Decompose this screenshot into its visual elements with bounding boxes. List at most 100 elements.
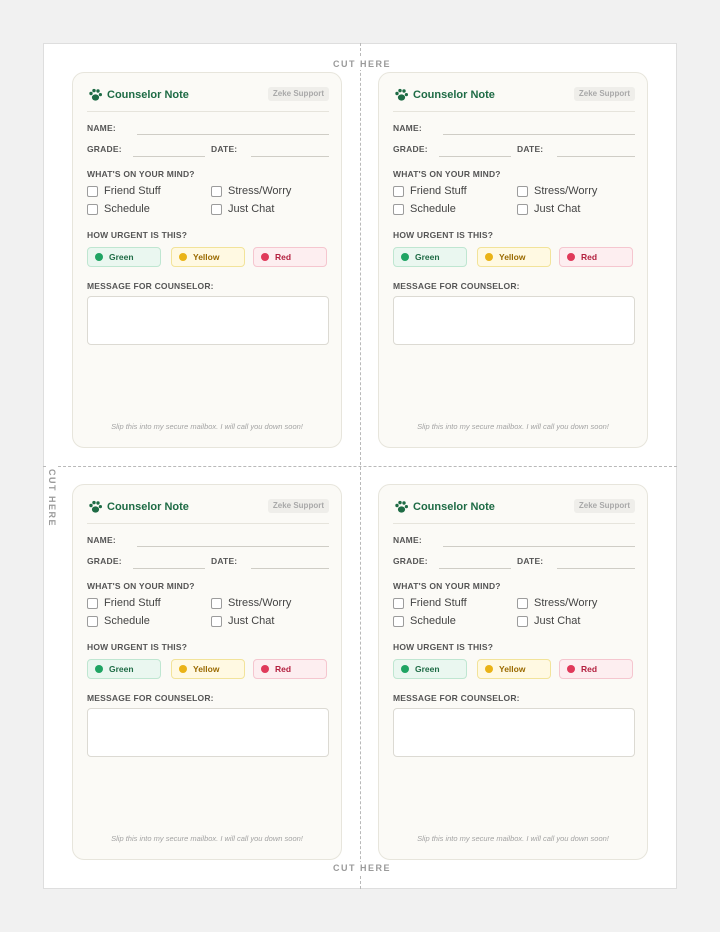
checkbox[interactable]	[517, 203, 528, 215]
name-label: NAME:	[393, 123, 422, 133]
grade-label: GRADE:	[393, 144, 428, 154]
checkbox[interactable]	[87, 597, 98, 609]
topic-option-stress-worry[interactable]: Stress/Worry	[211, 597, 291, 609]
name-field[interactable]	[443, 546, 635, 547]
urgency-green-option[interactable]: Green	[87, 247, 161, 267]
urgency-label: Green	[109, 252, 134, 262]
topic-label: Friend Stuff	[410, 185, 467, 197]
paw-icon	[89, 500, 102, 513]
card-footer-note: Slip this into my secure mailbox. I will…	[111, 422, 303, 431]
urgency-green-option[interactable]: Green	[393, 659, 467, 679]
urgency-red-option[interactable]: Red	[559, 659, 633, 679]
grade-label: GRADE:	[87, 144, 122, 154]
red-dot-icon	[567, 665, 575, 673]
urgency-red-option[interactable]: Red	[253, 247, 327, 267]
checkbox[interactable]	[211, 597, 222, 609]
name-label: NAME:	[87, 123, 116, 133]
urgency-label: Yellow	[193, 664, 220, 674]
topic-option-friend-stuff[interactable]: Friend Stuff	[87, 597, 161, 609]
grade-field[interactable]	[133, 156, 205, 157]
mind-question-label: WHAT'S ON YOUR MIND?	[393, 169, 501, 179]
message-box[interactable]	[393, 296, 635, 345]
urgency-yellow-option[interactable]: Yellow	[477, 659, 551, 679]
topic-option-just-chat[interactable]: Just Chat	[211, 203, 274, 215]
topic-option-stress-worry[interactable]: Stress/Worry	[517, 185, 597, 197]
urgency-label: Green	[415, 664, 440, 674]
urgency-red-option[interactable]: Red	[253, 659, 327, 679]
grade-field[interactable]	[133, 568, 205, 569]
checkbox[interactable]	[393, 615, 404, 627]
topic-label: Just Chat	[534, 615, 581, 627]
paw-icon	[89, 88, 102, 101]
urgency-green-option[interactable]: Green	[87, 659, 161, 679]
checkbox[interactable]	[211, 615, 222, 627]
green-dot-icon	[401, 253, 409, 261]
brand-badge: Zeke Support	[267, 499, 329, 513]
green-dot-icon	[401, 665, 409, 673]
topic-option-just-chat[interactable]: Just Chat	[517, 615, 580, 627]
name-field[interactable]	[137, 134, 329, 135]
card-header: Counselor Note Zeke Support	[393, 87, 635, 112]
urgency-label: Red	[581, 664, 598, 674]
name-label: NAME:	[87, 535, 116, 545]
mind-question-label: WHAT'S ON YOUR MIND?	[87, 169, 195, 179]
counselor-note-card: Counselor Note Zeke Support NAME: GRADE:…	[378, 484, 648, 860]
grade-field[interactable]	[439, 156, 511, 157]
topic-option-friend-stuff[interactable]: Friend Stuff	[393, 185, 467, 197]
urgency-yellow-option[interactable]: Yellow	[477, 247, 551, 267]
urgency-question-label: HOW URGENT IS THIS?	[393, 642, 494, 652]
checkbox[interactable]	[87, 615, 98, 627]
topic-option-schedule[interactable]: Schedule	[393, 615, 456, 627]
card-header: Counselor Note Zeke Support	[393, 499, 635, 524]
topic-option-stress-worry[interactable]: Stress/Worry	[211, 185, 291, 197]
urgency-red-option[interactable]: Red	[559, 247, 633, 267]
checkbox[interactable]	[517, 597, 528, 609]
green-dot-icon	[95, 253, 103, 261]
urgency-label: Yellow	[193, 252, 220, 262]
urgency-yellow-option[interactable]: Yellow	[171, 659, 245, 679]
checkbox[interactable]	[87, 203, 98, 215]
name-field[interactable]	[443, 134, 635, 135]
topic-option-friend-stuff[interactable]: Friend Stuff	[87, 185, 161, 197]
topic-option-schedule[interactable]: Schedule	[393, 203, 456, 215]
card-footer-note: Slip this into my secure mailbox. I will…	[111, 834, 303, 843]
date-label: DATE:	[517, 556, 544, 566]
cut-here-label-top: CUT HERE	[330, 58, 395, 70]
date-field[interactable]	[557, 156, 635, 157]
name-label: NAME:	[393, 535, 422, 545]
date-field[interactable]	[251, 156, 329, 157]
date-field[interactable]	[557, 568, 635, 569]
topic-option-friend-stuff[interactable]: Friend Stuff	[393, 597, 467, 609]
checkbox[interactable]	[393, 597, 404, 609]
urgency-label: Yellow	[499, 252, 526, 262]
topic-option-just-chat[interactable]: Just Chat	[211, 615, 274, 627]
date-field[interactable]	[251, 568, 329, 569]
message-box[interactable]	[87, 708, 329, 757]
urgency-yellow-option[interactable]: Yellow	[171, 247, 245, 267]
message-box[interactable]	[87, 296, 329, 345]
topic-option-just-chat[interactable]: Just Chat	[517, 203, 580, 215]
checkbox[interactable]	[393, 203, 404, 215]
urgency-label: Red	[581, 252, 598, 262]
card-footer-note: Slip this into my secure mailbox. I will…	[417, 422, 609, 431]
urgency-green-option[interactable]: Green	[393, 247, 467, 267]
checkbox[interactable]	[211, 203, 222, 215]
card-title: Counselor Note	[107, 89, 189, 101]
checkbox[interactable]	[517, 185, 528, 197]
message-label: MESSAGE FOR COUNSELOR:	[87, 281, 214, 291]
name-field[interactable]	[137, 546, 329, 547]
checkbox[interactable]	[393, 185, 404, 197]
checkbox[interactable]	[517, 615, 528, 627]
topic-option-schedule[interactable]: Schedule	[87, 203, 150, 215]
topic-option-stress-worry[interactable]: Stress/Worry	[517, 597, 597, 609]
urgency-question-label: HOW URGENT IS THIS?	[393, 230, 494, 240]
grade-field[interactable]	[439, 568, 511, 569]
date-label: DATE:	[211, 144, 238, 154]
message-box[interactable]	[393, 708, 635, 757]
checkbox[interactable]	[87, 185, 98, 197]
topic-label: Stress/Worry	[228, 597, 292, 609]
topic-option-schedule[interactable]: Schedule	[87, 615, 150, 627]
checkbox[interactable]	[211, 185, 222, 197]
urgency-label: Green	[415, 252, 440, 262]
urgency-label: Yellow	[499, 664, 526, 674]
